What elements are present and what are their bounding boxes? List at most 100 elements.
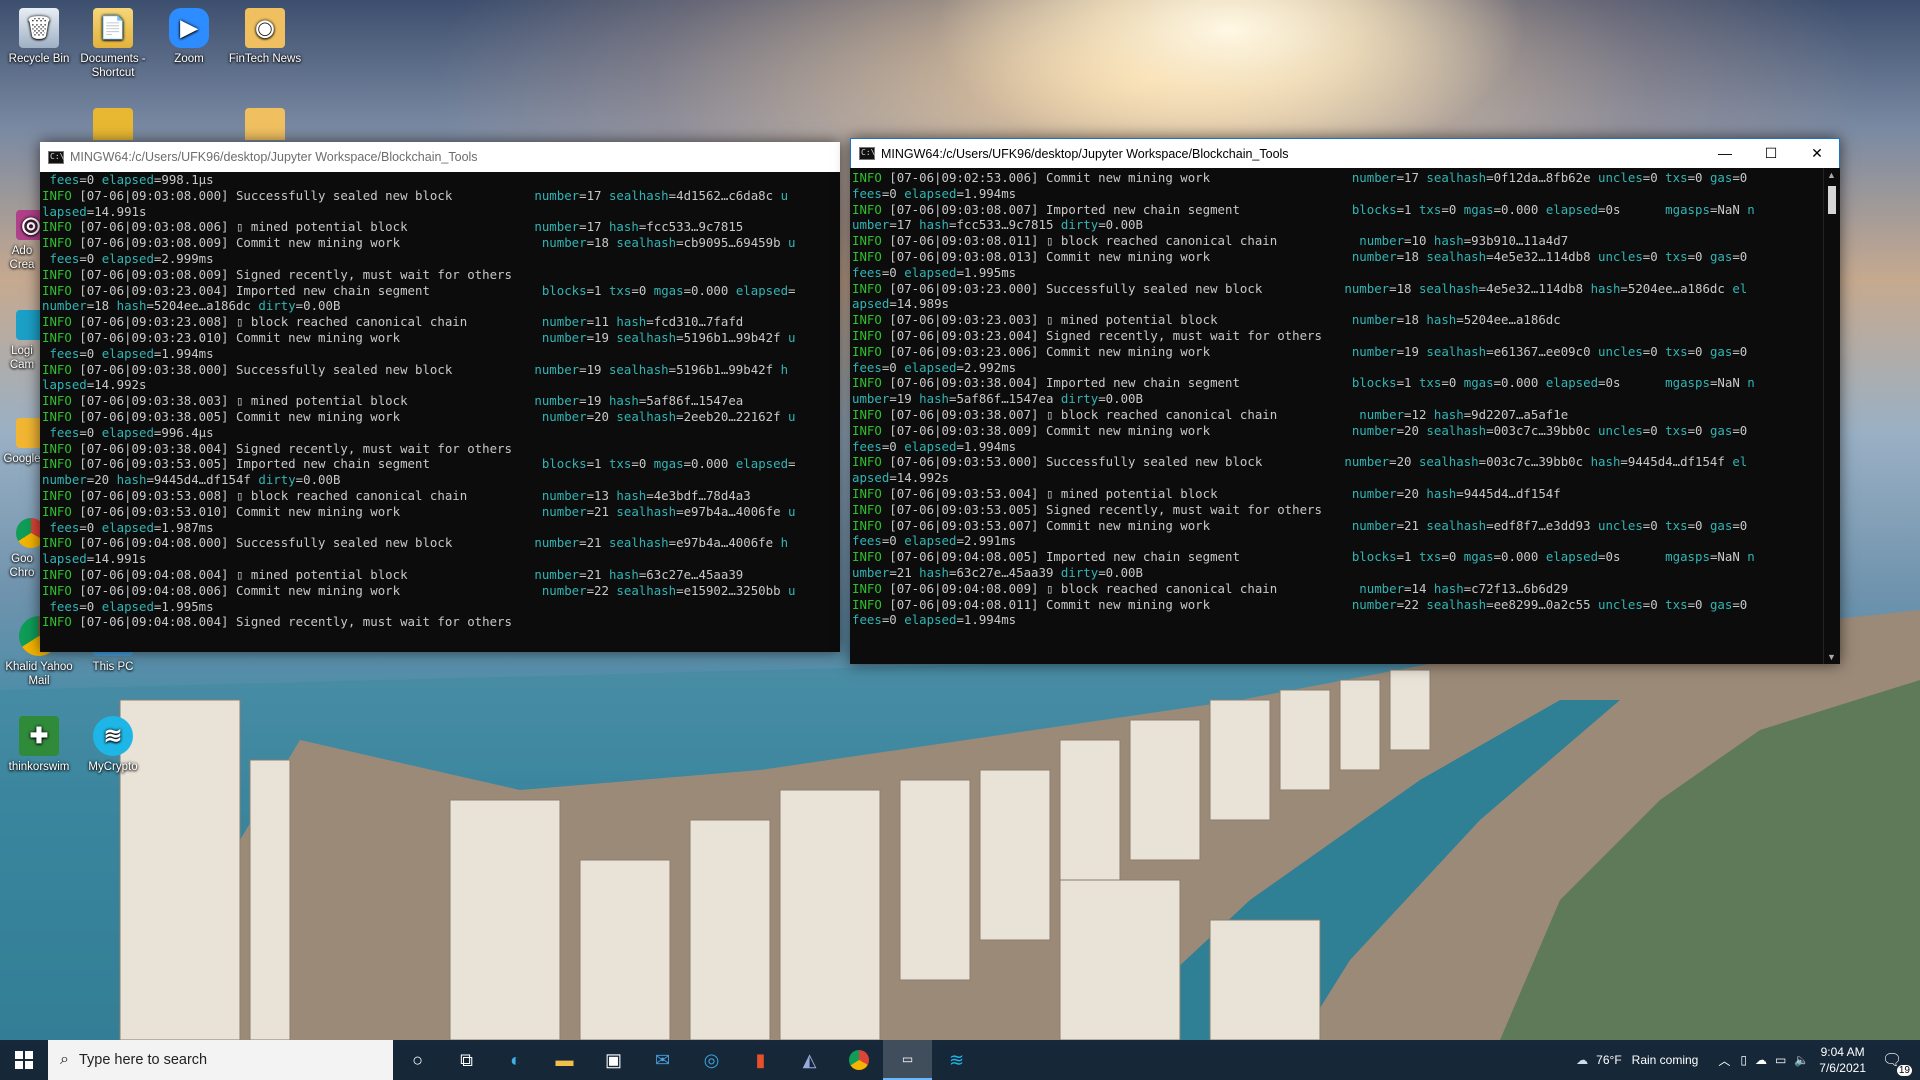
log-text: =NaN [1709,549,1748,565]
terminal-line: INFO [07-06|09:03:53.005] Imported new c… [42,456,840,472]
store-icon[interactable]: ▣ [589,1040,638,1080]
clock[interactable]: 9:04 AM 7/6/2021 [1819,1044,1866,1076]
log-key: number [1351,406,1405,422]
chrome-icon[interactable] [834,1040,883,1080]
log-text: =14 [1404,580,1434,596]
desktop-icon-folder[interactable] [76,108,150,140]
log-key: uncles [1598,248,1643,264]
log-text: =0.000 [1493,375,1546,391]
terminal-output[interactable]: fees=0 elapsed=998.1µs INFO [07-06|09:03:… [40,172,840,652]
log-level: INFO [42,535,72,551]
desktop-icon-fintech-news[interactable]: ◉ FinTech News [228,8,302,66]
log-key: hash [116,472,147,488]
log-key: sealhash [1418,454,1479,470]
log-level: INFO [42,282,72,298]
desktop-icon-documents[interactable]: 📄 Documents - Shortcut [76,8,150,80]
log-level: INFO [42,614,72,630]
scrollbar[interactable]: ▲ ▼ [1823,168,1840,664]
network-icon[interactable]: ▭ [1775,1053,1786,1067]
log-key: n [1747,375,1755,391]
log-key: gas [1709,170,1733,185]
log-text: [07-06|09:04:08.004] ▯ mined potential b… [71,566,535,582]
terminal-line: number=20 hash=9445d4…df154f dirty=0.00B [42,472,840,488]
maximize-button[interactable]: ☐ [1748,138,1794,168]
log-key: uncles [1598,343,1643,359]
desktop-icon-google-chrome[interactable]: Goo Chro [0,518,46,580]
mycrypto-icon[interactable]: ≋ [932,1040,981,1080]
onedrive-icon[interactable]: ☁ [1755,1053,1767,1067]
minimize-button[interactable]: — [1702,138,1748,168]
terminal-window-left[interactable]: C:\ MINGW64:/c/Users/UFK96/desktop/Jupyt… [40,142,840,652]
log-key: number [534,219,580,235]
notification-button[interactable]: 🗨 19 [1882,1050,1912,1076]
terminal-icon[interactable]: ▭ [883,1040,932,1080]
desktop-icon-chrome-doc[interactable] [228,108,302,140]
edge-icon[interactable]: ◐ [491,1040,540,1080]
weather-temp[interactable]: 76°F [1596,1053,1621,1067]
terminal-line: INFO [07-06|09:03:23.008] ▯ block reache… [42,314,840,330]
log-key: elapsed [904,264,957,280]
log-text: =63c27e…45aa39 [638,566,744,582]
scroll-down-icon[interactable]: ▼ [1827,652,1836,662]
log-text: =0s [1598,549,1666,565]
log-key: u [788,582,796,598]
desktop-icon-mycrypto[interactable]: ≋ MyCrypto [76,716,150,774]
log-text: =1.994ms [153,345,214,361]
desktop-icon-google[interactable]: Google [0,418,46,466]
log-level: INFO [852,375,882,391]
desktop-icon-zoom[interactable]: ▶ Zoom [152,8,226,66]
mail-icon[interactable]: ✉ [638,1040,687,1080]
log-key: number [1351,248,1397,264]
chevron-up-icon[interactable]: ︿ [1718,1052,1730,1069]
start-button[interactable] [0,1040,48,1080]
terminal-line: INFO [07-06|09:03:53.007] Commit new min… [852,518,1823,534]
log-text: =0 [1441,549,1464,565]
title-bar[interactable]: C:\ MINGW64:/c/Users/UFK96/desktop/Jupyt… [40,142,840,172]
search-box[interactable]: ⌕ Type here to search [48,1040,393,1080]
log-key: u [788,329,796,345]
desktop-icon-logi[interactable]: Logi Cam [0,310,46,372]
log-text: =0 [1687,343,1710,359]
log-key: gas [1709,422,1733,438]
log-key: umber [852,564,890,580]
weather-icon[interactable]: ☁ [1576,1053,1588,1067]
log-key: number [534,393,580,409]
log-key: number [42,472,87,488]
log-key: n [1747,549,1755,565]
close-button[interactable]: ✕ [1794,138,1840,168]
scroll-up-icon[interactable]: ▲ [1827,170,1836,180]
log-text: =1.987ms [153,519,214,535]
title-bar[interactable]: C:\ MINGW64:/c/Users/UFK96/desktop/Jupyt… [850,138,1840,168]
log-level: INFO [852,580,882,596]
log-key: fees [852,264,882,280]
battery-icon[interactable]: ▯ [1740,1053,1747,1067]
terminal-line: fees=0 elapsed=2.999ms [42,251,840,267]
dell-icon[interactable]: ◎ [687,1040,736,1080]
log-text: =18 [1396,312,1427,328]
weather-text[interactable]: Rain coming [1632,1053,1699,1067]
log-text: [07-06|09:03:08.007] Imported new chain … [881,201,1352,217]
log-key: uncles [1598,422,1643,438]
office-icon[interactable]: ▮ [736,1040,785,1080]
terminal-window-right[interactable]: C:\ MINGW64:/c/Users/UFK96/desktop/Jupyt… [850,138,1840,664]
desktop-icon-adobe[interactable]: ◎ Ado Crea [0,210,46,272]
file-explorer-icon[interactable]: ▬ [540,1040,589,1080]
desktop-icon-thinkorswim[interactable]: ✚ thinkorswim [2,716,76,774]
log-text: =63c27e…45aa39 [949,564,1061,580]
log-text: =0.00B [1098,217,1143,233]
volume-icon[interactable]: 🔈 [1794,1053,1809,1067]
log-level: INFO [42,219,72,235]
log-text: =0.00B [1098,391,1143,407]
task-view-icon[interactable]: ⧉ [442,1040,491,1080]
log-key: sealhash [1426,248,1487,264]
app-icon[interactable]: ◭ [785,1040,834,1080]
log-text: =18 [586,235,617,251]
scrollbar-thumb[interactable] [1828,186,1836,214]
desktop-icon-recycle-bin[interactable]: 🗑 Recycle Bin [2,8,76,66]
log-key: mgas [1463,375,1494,391]
terminal-output[interactable]: INFO [07-06|09:02:53.006] Commit new min… [850,170,1823,664]
log-key: hash [919,564,949,580]
cortana-icon[interactable]: ○ [393,1040,442,1080]
terminal-line: INFO [07-06|09:03:53.005] Signed recentl… [852,502,1823,518]
desktop-icon-pdf[interactable]: A [2,108,76,140]
